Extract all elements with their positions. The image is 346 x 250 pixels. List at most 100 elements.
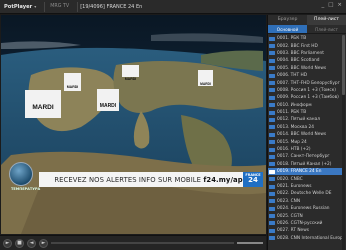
- tab-playlist[interactable]: Плей-лист: [307, 15, 346, 25]
- tv-icon: [269, 228, 275, 233]
- channel-name: 0003. BBC Parliament: [277, 50, 324, 56]
- channel-name: 0014. BBC World News: [277, 132, 327, 138]
- channel-list-item[interactable]: 0028. CNN International Europe: [268, 235, 342, 242]
- app-menu-button[interactable]: PotPlayer ▾: [0, 4, 42, 10]
- channel-name: 0026. CGTN-русский: [277, 220, 323, 226]
- channel-list-item[interactable]: 0003. BBC Parliament: [268, 50, 342, 57]
- tv-icon: [269, 214, 275, 219]
- channel-name: 0020. CNBC: [277, 176, 303, 182]
- play-icon: ►: [5, 240, 10, 246]
- channel-name: 0021. Euronews: [277, 184, 312, 189]
- stop-icon: ■: [17, 240, 22, 246]
- minimize-icon[interactable]: _: [321, 2, 324, 8]
- scrollbar-thumb[interactable]: [342, 35, 345, 95]
- close-icon[interactable]: ×: [337, 2, 342, 8]
- subtab-playlist[interactable]: Плей-лист: [307, 25, 346, 33]
- now-playing-title: [19/4096] FRANCE 24 En: [80, 3, 143, 10]
- source-label: MRG TV: [50, 4, 70, 9]
- maximize-icon[interactable]: □: [328, 2, 333, 8]
- channel-name: 0018. Пятый Канал (+2): [277, 161, 332, 167]
- channel-name: 0025. CGTN: [277, 213, 303, 219]
- globe-icon: [9, 162, 33, 186]
- stop-button[interactable]: ■: [15, 238, 24, 248]
- forecast-card-label: MARDI: [32, 104, 54, 111]
- channel-list-item[interactable]: 0007. ТНТ-FHD Белорусбург: [268, 79, 342, 86]
- tv-icon: [269, 132, 275, 137]
- forecast-card-label: MARDI: [124, 77, 137, 81]
- divider: [44, 1, 46, 12]
- channel-list-item[interactable]: 0014. BBC World News: [268, 131, 342, 138]
- play-button[interactable]: ►: [3, 238, 12, 248]
- channel-list-item[interactable]: 0020. CNBC: [268, 175, 342, 182]
- volume-slider[interactable]: [237, 242, 263, 244]
- channel-list-item[interactable]: 0017. Санкт-Петербург: [268, 153, 342, 160]
- channel-list-item[interactable]: 0026. CGTN-русский: [268, 220, 342, 227]
- tv-icon: [269, 162, 275, 167]
- channel-list-item[interactable]: 0023. CNN: [268, 198, 342, 205]
- tab-browser[interactable]: Браузер: [268, 15, 307, 25]
- subtab-main[interactable]: Основной: [268, 25, 307, 33]
- forecast-card-small: MARDI: [198, 70, 213, 86]
- channel-list-item[interactable]: 0025. CGTN: [268, 212, 342, 219]
- channel-list-item[interactable]: 0005. BBC World News: [268, 65, 342, 72]
- channel-name: 0015. Мир 24: [277, 139, 307, 145]
- weather-map-frame: [1, 15, 266, 234]
- channel-name: 0017. Санкт-Петербург: [277, 154, 330, 160]
- previous-button[interactable]: ◄: [27, 238, 36, 248]
- ticker-message: RECEVEZ NOS ALERTES INFO SUR MOBILE: [54, 175, 204, 184]
- channel-list-item[interactable]: 0022. Deutsche Welle DE: [268, 190, 342, 197]
- channel-name: 0016. НТВ (+2): [277, 147, 311, 153]
- channel-list-item[interactable]: 0011. РБК ТВ: [268, 109, 342, 116]
- tv-icon: [269, 206, 275, 211]
- channel-list-item[interactable]: 0015. Мир 24: [268, 138, 342, 145]
- channel-name: 0009. Россия 1 +3 (Тамбов): [277, 95, 339, 101]
- tv-icon: [269, 44, 275, 49]
- channel-name: 0028. CNN International Europe: [277, 235, 342, 241]
- channel-list-item[interactable]: 0008. Россия 1 +3 (Томск): [268, 87, 342, 94]
- channel-list-item[interactable]: 0018. Пятый Канал (+2): [268, 161, 342, 168]
- channel-logo: FRANCE 24: [243, 172, 263, 187]
- channel-list-item[interactable]: 0019. FRANCE 24 En: [268, 168, 342, 176]
- channel-list-item[interactable]: 0016. НТВ (+2): [268, 146, 342, 153]
- forecast-card-label: MARDI: [200, 82, 211, 86]
- forecast-card-large: MARDI: [97, 89, 119, 111]
- panel-tabs: Браузер Плей-лист: [268, 15, 346, 25]
- channel-list-item[interactable]: 0009. Россия 1 +3 (Тамбов): [268, 94, 342, 101]
- channel-name: 0007. ТНТ-FHD Белорусбург: [277, 80, 340, 86]
- title-bar: PotPlayer ▾ MRG TV [19/4096] FRANCE 24 En…: [0, 0, 346, 14]
- playlist-scrollbar[interactable]: [342, 35, 345, 250]
- channel-list-item[interactable]: 0002. BBC First HD: [268, 42, 342, 49]
- tv-icon: [269, 184, 275, 189]
- channel-list-item[interactable]: 0004. BBC Scotland: [268, 57, 342, 64]
- previous-icon: ◄: [29, 240, 34, 246]
- forecast-card-label: MARDI: [99, 103, 117, 109]
- tv-icon: [269, 88, 275, 93]
- tv-icon: [269, 177, 275, 182]
- forecast-card-small: MARDI: [64, 73, 81, 91]
- window-controls: _ □ ×: [321, 2, 342, 8]
- playlist-subtabs: Основной Плей-лист: [268, 25, 346, 34]
- temperature-caption: ТЕМПЕРАТУРА: [11, 187, 41, 191]
- tv-icon: [269, 191, 275, 196]
- tv-icon: [269, 95, 275, 100]
- next-button[interactable]: ►: [39, 238, 48, 248]
- channel-list-item[interactable]: 0027. RT News: [268, 227, 342, 234]
- channel-list-item[interactable]: 0006. ТНТ HD: [268, 72, 342, 79]
- channel-list-item[interactable]: 0001. РБК ТВ: [268, 35, 342, 42]
- tv-icon: [269, 221, 275, 226]
- channel-name: 0027. RT News: [277, 228, 309, 234]
- channel-list-item[interactable]: 0013. Москва 24: [268, 124, 342, 131]
- channel-list-item[interactable]: 0021. Euronews: [268, 183, 342, 190]
- channel-name: 0024. Euronews Russian: [277, 206, 330, 212]
- video-viewport[interactable]: MARDI MARDI MARDI MARDI MARDI ТЕМПЕРАТУР…: [1, 15, 266, 234]
- channel-name: 0001. РБК ТВ: [277, 36, 307, 42]
- channel-list-item[interactable]: 0024. Euronews Russian: [268, 205, 342, 212]
- tv-icon: [269, 73, 275, 78]
- seek-bar[interactable]: [51, 242, 234, 244]
- news-ticker: RECEVEZ NOS ALERTES INFO SUR MOBILE f24.…: [39, 172, 263, 187]
- app-name: PotPlayer: [4, 3, 33, 10]
- channel-name: 0005. BBC World News: [277, 65, 327, 71]
- channel-list-item[interactable]: 0010. Иноформ: [268, 102, 342, 109]
- channel-list-item[interactable]: 0012. Пятый канал: [268, 116, 342, 123]
- channel-name: 0010. Иноформ: [277, 102, 312, 108]
